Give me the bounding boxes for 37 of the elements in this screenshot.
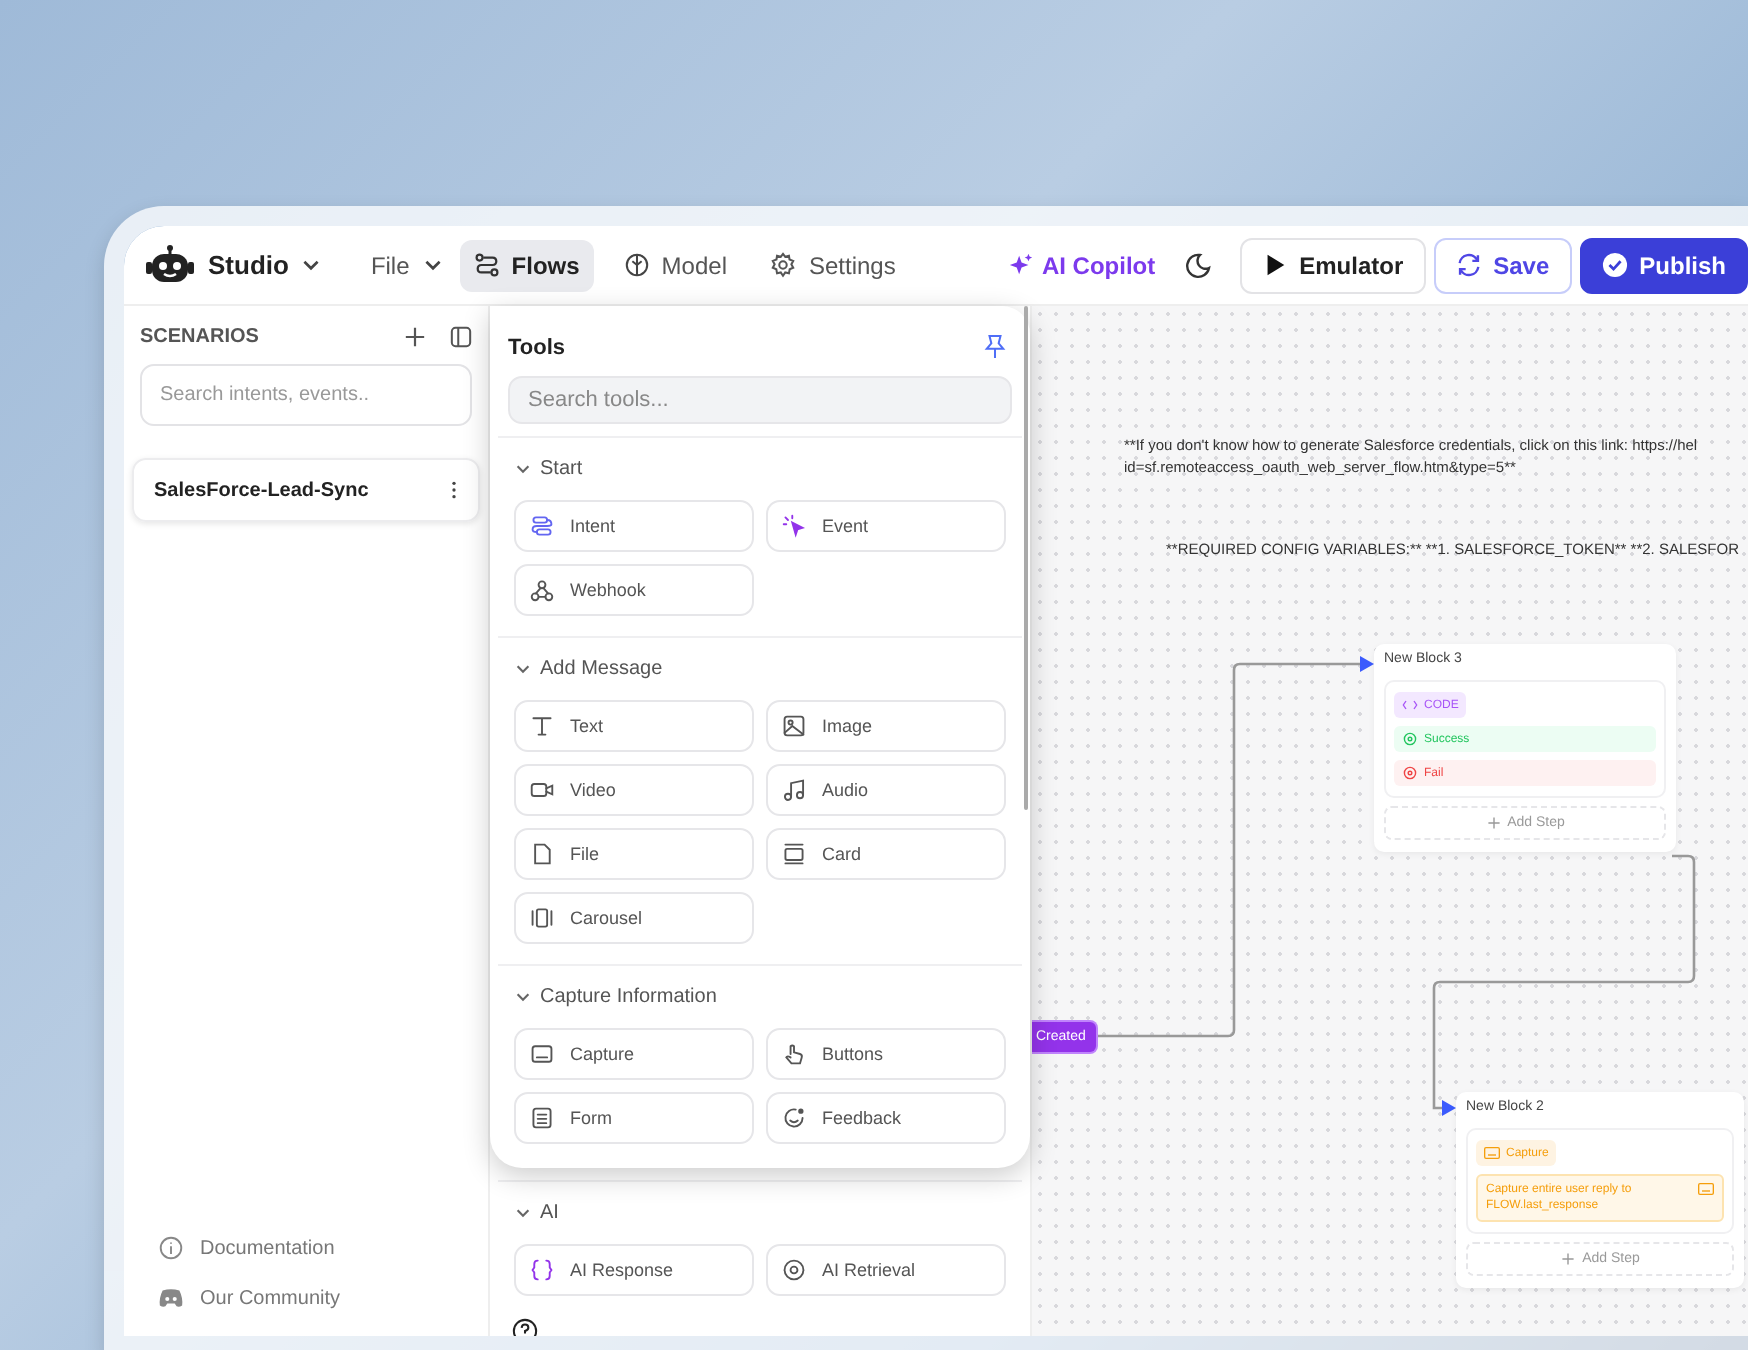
- section-header[interactable]: Add Message: [514, 658, 1006, 680]
- sidebar-title: SCENARIOS: [140, 326, 261, 348]
- tool-item[interactable]: Webhook: [514, 564, 754, 616]
- tool-item[interactable]: Image: [766, 700, 1006, 752]
- tool-item[interactable]: AI Response: [514, 1244, 754, 1296]
- tool-item[interactable]: Carousel: [514, 892, 754, 944]
- tool-item[interactable]: Video: [514, 764, 754, 816]
- tool-item[interactable]: Card: [766, 828, 1006, 880]
- ai-copilot-button[interactable]: AI Copilot: [1007, 251, 1156, 279]
- tool-item[interactable]: Feedback: [766, 1092, 1006, 1144]
- section-header[interactable]: Capture Information: [514, 986, 1006, 1008]
- search-field[interactable]: Search intents, events..: [140, 364, 472, 426]
- emulator-button[interactable]: Emulator: [1239, 237, 1426, 293]
- scenario-name: SalesForce-Lead-Sync: [154, 479, 369, 501]
- tool-item[interactable]: Event: [766, 500, 1006, 552]
- nav-tab[interactable]: Flows: [459, 239, 594, 291]
- tool-item[interactable]: Buttons: [766, 1028, 1006, 1080]
- tool-item[interactable]: AI Retrieval: [766, 1244, 1006, 1296]
- product-menu[interactable]: Studio: [208, 250, 323, 280]
- section-header[interactable]: Start: [514, 458, 1006, 480]
- popover-title: Tools: [508, 335, 566, 359]
- nav-tab[interactable]: Settings: [756, 239, 910, 291]
- file-menu[interactable]: File: [370, 251, 444, 279]
- publish-button[interactable]: Publish: [1579, 237, 1748, 293]
- tool-item[interactable]: Text: [514, 700, 754, 752]
- search-field[interactable]: Search tools...: [508, 376, 1012, 424]
- footer-link[interactable]: Documentation: [158, 1236, 472, 1260]
- save-button[interactable]: Save: [1433, 237, 1572, 293]
- tool-item[interactable]: Capture: [514, 1028, 754, 1080]
- tool-item[interactable]: Form: [514, 1092, 754, 1144]
- scenario-item[interactable]: SalesForce-Lead-Sync: [132, 458, 480, 522]
- nav-tab[interactable]: Model: [609, 239, 741, 291]
- tool-item[interactable]: File: [514, 828, 754, 880]
- section-header[interactable]: AI: [514, 1202, 1006, 1224]
- tool-item[interactable]: Intent: [514, 500, 754, 552]
- footer-link[interactable]: Our Community: [158, 1286, 472, 1310]
- tool-item[interactable]: Audio: [766, 764, 1006, 816]
